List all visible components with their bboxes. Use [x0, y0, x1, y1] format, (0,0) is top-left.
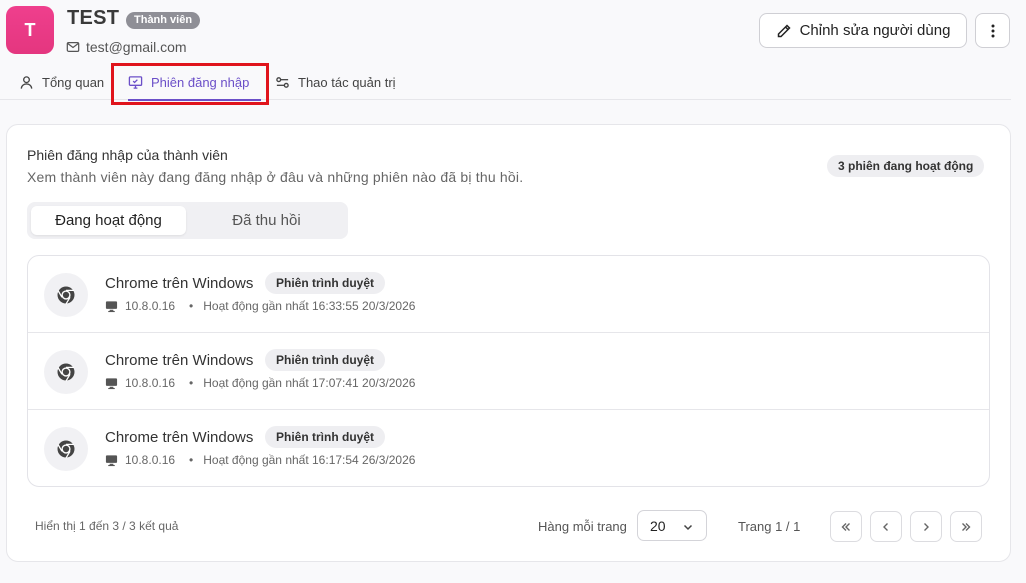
chevron-right-icon [924, 522, 929, 531]
sessions-title: Phiên đăng nhập của thành viên [27, 147, 228, 163]
user-icon [20, 76, 33, 89]
separator-dot: • [189, 453, 194, 467]
session-ip: 10.8.0.16 [125, 299, 176, 313]
session-meta: 10.8.0.16 • Hoạt động gần nhất 17:07:41 … [105, 376, 415, 390]
chevrons-left-icon [841, 522, 850, 531]
separator-dot: • [189, 376, 194, 390]
rows-per-page-label: Hàng mỗi trang [538, 519, 627, 534]
avatar: T [6, 6, 54, 54]
chrome-icon [44, 273, 88, 317]
chrome-icon [44, 427, 88, 471]
rows-per-page-value: 20 [650, 517, 666, 534]
chevrons-right-icon [962, 522, 971, 531]
user-name: TEST [67, 7, 120, 29]
mail-icon [66, 42, 80, 52]
session-row[interactable]: Chrome trên Windows Phiên trình duyệt 10… [28, 256, 989, 333]
sessions-card: Phiên đăng nhập của thành viên Xem thành… [6, 124, 1011, 562]
desktop-icon [105, 377, 118, 389]
session-title: Chrome trên Windows [105, 429, 254, 446]
page-info: Trang 1 / 1 [738, 519, 801, 534]
tab-admin-actions-label: Thao tác quản trị [298, 75, 396, 90]
session-type-badge: Phiên trình duyệt [265, 272, 386, 294]
email-row: test@gmail.com [66, 39, 187, 55]
edit-user-button[interactable]: Chỉnh sửa người dùng [759, 13, 967, 48]
tab-admin-actions[interactable]: Thao tác quản trị [275, 66, 396, 99]
first-page-button[interactable] [830, 511, 862, 542]
previous-page-button[interactable] [870, 511, 902, 542]
separator-dot: • [189, 299, 194, 313]
session-title: Chrome trên Windows [105, 275, 254, 292]
chevron-down-icon [683, 524, 693, 531]
session-title: Chrome trên Windows [105, 352, 254, 369]
session-last-active: Hoạt động gần nhất 16:33:55 20/3/2026 [203, 299, 416, 313]
more-vertical-icon [991, 24, 994, 37]
more-options-button[interactable] [975, 13, 1010, 48]
next-page-button[interactable] [910, 511, 942, 542]
session-list: Chrome trên Windows Phiên trình duyệt 10… [27, 255, 990, 487]
role-badge: Thành viên [126, 12, 201, 29]
filter-revoked-button[interactable]: Đã thu hồi [189, 206, 344, 235]
tab-bar: Tổng quan Phiên đăng nhập Thao tác quản … [0, 66, 1011, 101]
session-ip: 10.8.0.16 [125, 453, 176, 467]
results-summary: Hiển thị 1 đến 3 / 3 kết quả [35, 519, 179, 533]
tab-sessions-label: Phiên đăng nhập [151, 75, 250, 90]
chrome-icon [44, 350, 88, 394]
active-sessions-badge: 3 phiên đang hoạt động [827, 155, 985, 177]
pencil-icon [777, 23, 791, 37]
sliders-icon [276, 77, 289, 88]
tab-overview-label: Tổng quan [42, 75, 105, 90]
desktop-icon [105, 300, 118, 312]
session-row[interactable]: Chrome trên Windows Phiên trình duyệt 10… [28, 333, 989, 410]
last-page-button[interactable] [950, 511, 982, 542]
tab-sessions[interactable]: Phiên đăng nhập [128, 66, 262, 101]
user-email: test@gmail.com [86, 39, 187, 55]
desktop-icon [105, 454, 118, 466]
session-type-badge: Phiên trình duyệt [265, 349, 386, 371]
session-row[interactable]: Chrome trên Windows Phiên trình duyệt 10… [28, 410, 989, 486]
filter-active-button[interactable]: Đang hoạt động [31, 206, 186, 235]
sessions-subtitle: Xem thành viên này đang đăng nhập ở đâu … [27, 169, 524, 185]
session-filter: Đang hoạt động Đã thu hồi [27, 202, 348, 239]
session-ip: 10.8.0.16 [125, 376, 176, 390]
rows-per-page-select[interactable]: 20 [637, 510, 707, 541]
edit-user-label: Chỉnh sửa người dùng [799, 22, 951, 39]
session-meta: 10.8.0.16 • Hoạt động gần nhất 16:33:55 … [105, 299, 415, 313]
session-meta: 10.8.0.16 • Hoạt động gần nhất 16:17:54 … [105, 453, 415, 467]
tab-overview[interactable]: Tổng quan [19, 66, 104, 99]
session-last-active: Hoạt động gần nhất 17:07:41 20/3/2026 [203, 376, 416, 390]
chevron-left-icon [883, 522, 888, 531]
session-last-active: Hoạt động gần nhất 16:17:54 26/3/2026 [203, 453, 416, 467]
session-type-badge: Phiên trình duyệt [265, 426, 386, 448]
monitor-icon [128, 76, 143, 89]
